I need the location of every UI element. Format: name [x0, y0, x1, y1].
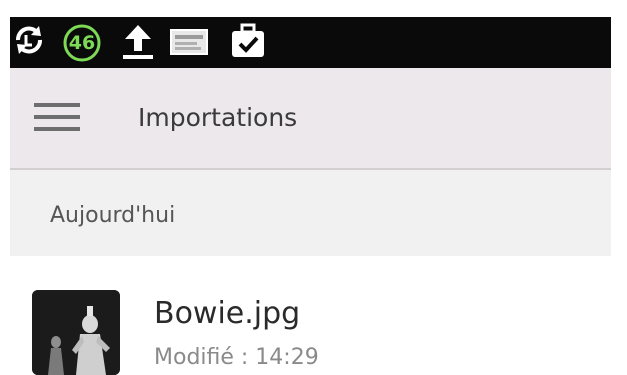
- section-label: Aujourd'hui: [50, 203, 176, 228]
- upload-icon: [123, 25, 153, 59]
- file-name: Bowie.jpg: [154, 296, 301, 331]
- card-icon: [170, 29, 208, 55]
- page-title: Importations: [138, 103, 298, 132]
- briefcase-check-icon: [232, 23, 264, 57]
- app-toolbar: Importations: [10, 68, 611, 168]
- battery-badge-value: 46: [68, 32, 96, 54]
- file-list-item[interactable]: Bowie.jpg Modifié : 14:29: [10, 256, 611, 375]
- image-thumbnail-icon: [32, 290, 120, 375]
- status-bar: 46: [10, 17, 611, 68]
- sync-icon: [16, 26, 42, 54]
- screen: 46 Importations Aujourd'hui Bowie.jpg Mo…: [0, 0, 627, 375]
- hamburger-menu-icon[interactable]: [34, 101, 80, 133]
- file-modified-time: Modifié : 14:29: [154, 345, 319, 370]
- section-header-today: Aujourd'hui: [10, 170, 611, 256]
